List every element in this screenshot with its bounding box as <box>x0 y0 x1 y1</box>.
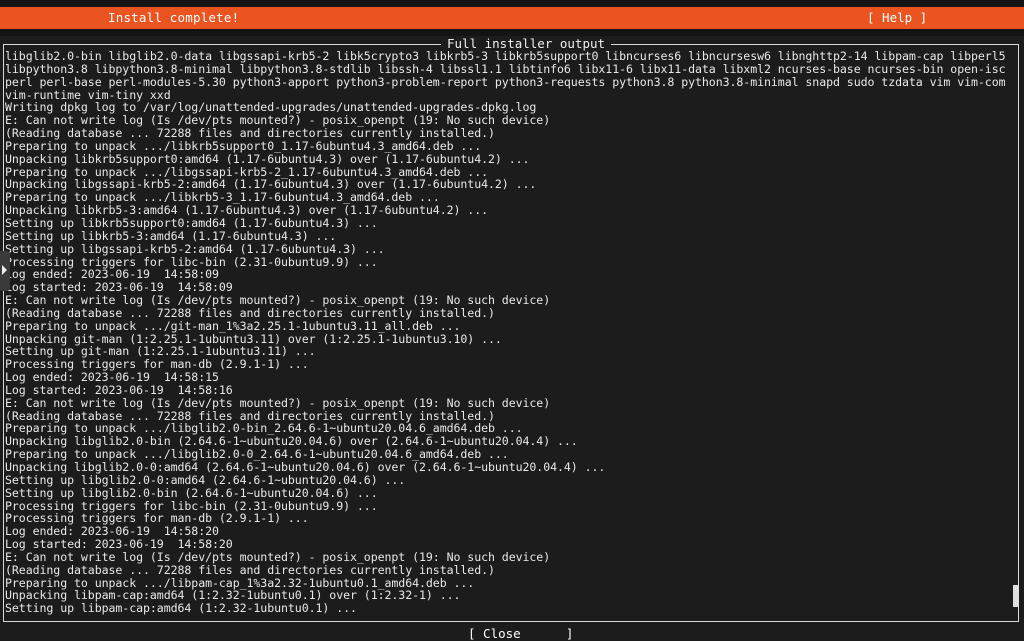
side-panel-handle[interactable] <box>0 251 10 291</box>
log-line: Preparing to unpack .../git-man_1%3a2.25… <box>5 318 461 333</box>
log-line: Setting up libkrb5-3:amd64 (1.17-6ubuntu… <box>5 228 337 243</box>
log-line: libpython3.8 libpython3.8-minimal libpyt… <box>5 61 1005 76</box>
installer-screen: Install complete! [ Help ] Full installe… <box>0 0 1024 641</box>
chevron-right-icon <box>2 265 7 275</box>
log-line: Log ended: 2023-06-19 14:58:15 <box>5 370 219 385</box>
log-line: Setting up libgssapi-krb5-2:amd64 (1.17-… <box>5 241 385 256</box>
log-line: perl perl-base perl-modules-5.30 python3… <box>5 74 1005 89</box>
close-button[interactable]: [ Close ] <box>468 626 573 641</box>
scrollbar-thumb[interactable] <box>1013 585 1019 607</box>
log-line: E: Can not write log (Is /dev/pts mounte… <box>5 395 551 410</box>
help-button[interactable]: [ Help ] <box>867 10 927 26</box>
page-title: Install complete! <box>108 10 240 25</box>
log-line: Unpacking libkrb5support0:amd64 (1.17-6u… <box>5 151 530 166</box>
log-line: E: Can not write log (Is /dev/pts mounte… <box>5 549 551 564</box>
log-line: Preparing to unpack .../libkrb5support0_… <box>5 138 482 153</box>
log-line: Setting up libpam-cap:amd64 (1:2.32-1ubu… <box>5 601 357 616</box>
scrollbar-track[interactable] <box>1011 48 1019 620</box>
log-line: Setting up libkrb5support0:amd64 (1.17-6… <box>5 215 378 230</box>
log-line: (Reading database ... 72288 files and di… <box>5 305 495 320</box>
log-line: Unpacking libglib2.0-0:amd64 (2.64.6-1~u… <box>5 460 606 474</box>
header-bar: Install complete! [ Help ] <box>0 7 1024 29</box>
log-line: (Reading database ... 72288 files and di… <box>5 126 495 141</box>
log-line: (Reading database ... 72288 files and di… <box>5 562 495 577</box>
log-line: libglib2.0-bin libglib2.0-data libgssapi… <box>5 50 1005 63</box>
log-line: Setting up libglib2.0-0:amd64 (2.64.6-1~… <box>5 472 406 487</box>
log-line: Setting up libglib2.0-bin (2.64.6-1~ubun… <box>5 485 378 500</box>
log-line: Log started: 2023-06-19 14:58:20 <box>5 537 233 552</box>
installer-log[interactable]: libglib2.0-bin libglib2.0-data libgssapi… <box>5 50 1005 616</box>
log-line: E: Can not write log (Is /dev/pts mounte… <box>5 293 551 308</box>
log-line: Log started: 2023-06-19 14:58:16 <box>5 382 233 397</box>
